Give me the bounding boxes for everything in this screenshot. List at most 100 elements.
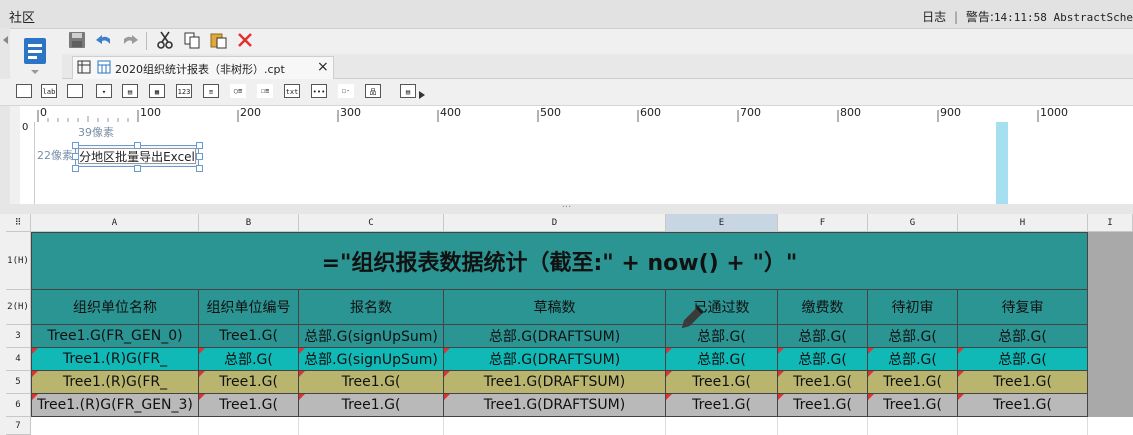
warning-message[interactable]: 14:11:58 AbstractSche: [994, 11, 1133, 24]
data-cell[interactable]: Tree1.(R)G(FR_: [31, 371, 199, 394]
combobox-widget-icon[interactable]: ▾: [96, 84, 112, 98]
save-icon[interactable]: [67, 30, 87, 50]
left-collapse-strip[interactable]: [0, 28, 10, 214]
password-widget-icon[interactable]: •••: [311, 84, 327, 98]
column-header-d[interactable]: D: [444, 214, 666, 232]
header-cell[interactable]: 组织单位编号: [199, 290, 299, 325]
cut-icon[interactable]: [155, 30, 175, 50]
header-cell[interactable]: 待复审: [958, 290, 1088, 325]
data-cell[interactable]: Tree1.G(: [868, 394, 958, 417]
radio-group-widget-icon[interactable]: ○≡: [230, 84, 246, 98]
data-cell[interactable]: 总部.G(: [199, 348, 299, 371]
header-cell[interactable]: 草稿数: [444, 290, 666, 325]
resize-handle[interactable]: [196, 165, 203, 172]
number-widget-icon[interactable]: 123: [176, 84, 192, 98]
empty-cell[interactable]: [199, 417, 299, 435]
resize-handle[interactable]: [72, 165, 79, 172]
checkbox-group-widget-icon[interactable]: ☐≡: [257, 84, 273, 98]
grid-icon[interactable]: [77, 60, 91, 74]
data-cell[interactable]: 总部.G(: [778, 325, 868, 348]
log-link[interactable]: 日志: [922, 10, 946, 24]
column-header-f[interactable]: F: [778, 214, 868, 232]
column-header-h[interactable]: H: [958, 214, 1088, 232]
data-cell[interactable]: Tree1.G(: [199, 394, 299, 417]
label-widget-icon[interactable]: lab: [41, 84, 57, 98]
data-cell[interactable]: Tree1.G(: [958, 371, 1088, 394]
textfield-widget-icon[interactable]: [67, 84, 83, 98]
row-header[interactable]: 5: [6, 371, 31, 394]
tree-widget-icon[interactable]: 品: [365, 84, 381, 98]
data-cell[interactable]: Tree1.G(: [778, 371, 868, 394]
empty-cell[interactable]: [31, 417, 199, 435]
row-header[interactable]: 3: [6, 325, 31, 348]
column-header-b[interactable]: B: [199, 214, 299, 232]
data-cell[interactable]: Tree1.G(DRAFTSUM): [444, 371, 666, 394]
data-cell[interactable]: Tree1.(R)G(FR_GEN_3): [31, 394, 199, 417]
header-cell[interactable]: 待初审: [868, 290, 958, 325]
data-cell[interactable]: Tree1.G(: [666, 371, 778, 394]
data-cell[interactable]: 总部.G(signUpSum): [299, 325, 444, 348]
report-grid[interactable]: ⠿ A B C D E F G H I 1(H) 2(H) 3 4 5 6 7 ="组织报表数据统计（截至:" +…: [6, 214, 1133, 435]
header-cell[interactable]: 缴费数: [778, 290, 868, 325]
resize-handle[interactable]: [196, 153, 203, 160]
more-arrow-icon[interactable]: [419, 91, 425, 99]
undo-icon[interactable]: [94, 30, 114, 50]
header-cell[interactable]: 报名数: [299, 290, 444, 325]
text-widget-icon[interactable]: txt: [284, 84, 300, 98]
data-cell[interactable]: Tree1.G(: [199, 325, 299, 348]
resize-handle[interactable]: [72, 142, 79, 149]
warning-label[interactable]: 警告:: [966, 10, 994, 24]
empty-cell[interactable]: [958, 417, 1088, 435]
data-cell[interactable]: Tree1.G(: [299, 371, 444, 394]
resize-handle[interactable]: [134, 142, 141, 149]
data-cell[interactable]: Tree1.G(: [199, 371, 299, 394]
collapse-arrow-icon[interactable]: [1, 34, 11, 50]
data-cell[interactable]: 总部.G(: [958, 348, 1088, 371]
data-cell[interactable]: 总部.G(DRAFTSUM): [444, 325, 666, 348]
data-cell[interactable]: 总部.G(: [868, 325, 958, 348]
form-widget-icon[interactable]: [16, 84, 32, 98]
data-cell[interactable]: Tree1.G(: [666, 394, 778, 417]
resize-handle[interactable]: [196, 142, 203, 149]
row-header[interactable]: 1(H): [6, 232, 31, 290]
pane-splitter[interactable]: ···: [0, 203, 1133, 214]
data-cell[interactable]: 总部.G(: [666, 348, 778, 371]
column-header-e[interactable]: E: [666, 214, 778, 232]
data-cell[interactable]: 总部.G(DRAFTSUM): [444, 348, 666, 371]
data-cell[interactable]: 总部.G(: [958, 325, 1088, 348]
data-cell[interactable]: Tree1.G(: [958, 394, 1088, 417]
copy-icon[interactable]: [182, 30, 202, 50]
header-cell[interactable]: 组织单位名称: [31, 290, 199, 325]
data-cell[interactable]: Tree1.G(: [868, 371, 958, 394]
empty-cell[interactable]: [444, 417, 666, 435]
row-header[interactable]: 2(H): [6, 290, 31, 325]
data-cell[interactable]: Tree1.G(: [299, 394, 444, 417]
empty-cell[interactable]: [299, 417, 444, 435]
column-header-i[interactable]: I: [1088, 214, 1133, 232]
empty-cell[interactable]: [778, 417, 868, 435]
row-header[interactable]: 4: [6, 348, 31, 371]
data-cell[interactable]: 总部.G(: [868, 348, 958, 371]
empty-cell[interactable]: [666, 417, 778, 435]
template-icon[interactable]: [14, 32, 56, 78]
export-excel-button[interactable]: 分地区批量导出Excel: [78, 148, 196, 164]
column-header-a[interactable]: A: [31, 214, 199, 232]
column-header-g[interactable]: G: [868, 214, 958, 232]
checkbox-widget-icon[interactable]: ☐-: [338, 84, 354, 98]
data-cell[interactable]: Tree1.(R)G(FR_: [31, 348, 199, 371]
report-title-cell[interactable]: ="组织报表数据统计（截至:" + now() + "）": [31, 232, 1088, 290]
resize-handle[interactable]: [72, 153, 79, 160]
data-cell[interactable]: 总部.G(signUpSum): [299, 348, 444, 371]
data-cell[interactable]: Tree1.G(DRAFTSUM): [444, 394, 666, 417]
date-widget-icon[interactable]: ▤: [122, 84, 138, 98]
community-label[interactable]: 社区: [9, 7, 35, 26]
row-header[interactable]: 6: [6, 394, 31, 417]
grid-corner[interactable]: ⠿: [6, 214, 31, 232]
tab-report-file[interactable]: 2020组织统计报表（非树形）.cpt ×: [72, 56, 334, 79]
column-header-c[interactable]: C: [299, 214, 444, 232]
redo-icon[interactable]: [120, 30, 140, 50]
paste-icon[interactable]: [208, 30, 228, 50]
empty-cell[interactable]: [868, 417, 958, 435]
more-widgets-icon[interactable]: ▤: [400, 84, 416, 98]
table-widget-icon[interactable]: ▦: [149, 84, 165, 98]
